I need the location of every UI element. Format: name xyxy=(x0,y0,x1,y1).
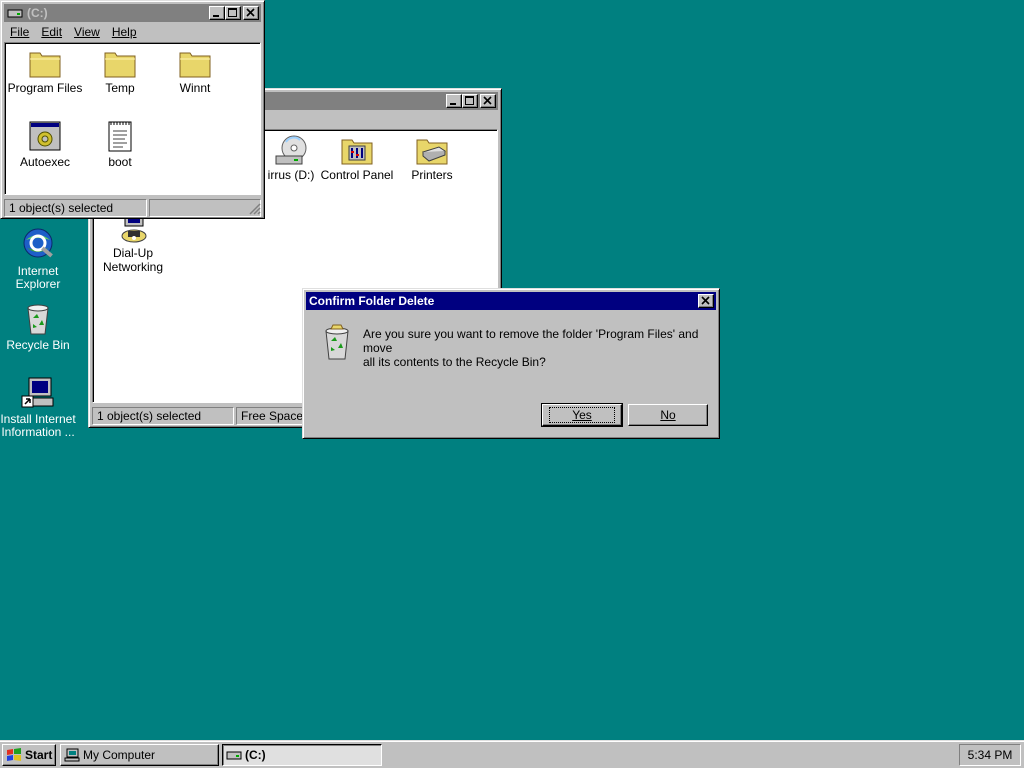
dialog-message-line: all its contents to the Recycle Bin? xyxy=(363,355,546,369)
close-button[interactable] xyxy=(698,294,714,308)
resize-grip-icon[interactable] xyxy=(249,203,261,215)
windows-logo-icon xyxy=(7,748,21,761)
control-panel-icon xyxy=(341,139,373,165)
folder-icon xyxy=(29,52,61,78)
batch-file-icon xyxy=(29,121,61,151)
confirm-folder-delete-dialog[interactable]: Confirm Folder Delete Are you sure you w… xyxy=(302,288,720,439)
temp-folder[interactable]: Temp xyxy=(82,47,158,95)
no-button[interactable]: No xyxy=(628,404,708,426)
menu-view[interactable]: View xyxy=(68,25,106,39)
cd-drive-icon xyxy=(275,135,307,165)
item-label: Temp xyxy=(105,81,135,95)
menu-edit[interactable]: Edit xyxy=(35,25,68,39)
text-file-icon xyxy=(108,121,132,152)
window-title: (C:) xyxy=(27,6,48,20)
desktop-icon-internet-explorer[interactable]: Internet Explorer xyxy=(0,226,76,291)
taskbar-item-label: My Computer xyxy=(83,748,156,762)
desktop-icon-label: Explorer xyxy=(15,277,61,291)
start-label: Start xyxy=(25,748,53,762)
winnt-folder[interactable]: Winnt xyxy=(157,47,233,95)
close-button[interactable] xyxy=(480,94,496,108)
item-label: Printers xyxy=(411,168,453,182)
printers-item[interactable]: Printers xyxy=(394,134,470,182)
drive-icon xyxy=(226,751,242,760)
system-tray: 5:34 PM xyxy=(959,744,1021,766)
autoexec-file[interactable]: Autoexec xyxy=(7,121,83,169)
minimize-icon xyxy=(213,15,219,17)
minimize-button[interactable] xyxy=(209,6,225,20)
no-button-label: No xyxy=(660,408,676,422)
yes-button-label: Yes xyxy=(549,407,615,423)
item-label: Program Files xyxy=(7,81,83,95)
status-selected: 1 object(s) selected xyxy=(92,407,234,425)
status-secondary xyxy=(149,199,261,217)
c-drive-titlebar[interactable]: (C:) xyxy=(4,4,261,22)
minimize-icon xyxy=(450,103,456,105)
c-drive-menubar: File Edit View Help xyxy=(4,23,143,41)
boot-file[interactable]: boot xyxy=(82,121,158,169)
close-icon xyxy=(246,8,255,17)
desktop-icon-recycle-bin[interactable]: Recycle Bin xyxy=(0,302,76,352)
internet-explorer-icon xyxy=(23,228,53,258)
maximize-icon xyxy=(228,8,237,17)
dialog-message-line: Are you sure you want to remove the fold… xyxy=(363,327,699,355)
taskbar: Start My Computer (C:) 5:34 PM xyxy=(0,740,1024,768)
desktop-icon-label: Recycle Bin xyxy=(6,338,70,352)
dialog-title: Confirm Folder Delete xyxy=(309,294,435,308)
c-drive-window[interactable]: (C:) File Edit View Help Program Files T… xyxy=(0,0,265,219)
dial-up-networking-item[interactable]: Dial-Up Networking xyxy=(95,212,171,274)
computer-setup-icon xyxy=(21,377,54,408)
close-icon xyxy=(483,96,492,105)
item-label: Winnt xyxy=(179,81,211,95)
printers-icon xyxy=(416,139,448,165)
clock[interactable]: 5:34 PM xyxy=(968,748,1013,762)
control-panel-item[interactable]: Control Panel xyxy=(319,134,395,182)
start-button[interactable]: Start xyxy=(2,744,56,766)
recycle-bin-icon xyxy=(27,304,49,335)
status-selected: 1 object(s) selected xyxy=(4,199,147,217)
desktop-icon-label: Information ... xyxy=(1,425,75,439)
program-files-folder[interactable]: Program Files xyxy=(7,47,83,95)
folder-icon xyxy=(104,52,136,78)
maximize-icon xyxy=(465,96,474,105)
drive-icon xyxy=(7,9,23,18)
minimize-button[interactable] xyxy=(446,94,462,108)
dialog-message: Are you sure you want to remove the fold… xyxy=(363,327,713,369)
dialog-titlebar[interactable]: Confirm Folder Delete xyxy=(306,292,716,310)
close-icon xyxy=(701,296,710,305)
taskbar-item-label: (C:) xyxy=(245,748,266,762)
menu-file[interactable]: File xyxy=(4,25,35,39)
taskbar-item-my-computer[interactable]: My Computer xyxy=(60,744,219,766)
recycle-bin-icon xyxy=(325,324,349,360)
maximize-button[interactable] xyxy=(225,6,241,20)
desktop-icon-install-internet-information[interactable]: Install Internet Information ... xyxy=(0,376,76,439)
item-label: Networking xyxy=(102,260,164,274)
c-drive-statusbar: 1 object(s) selected xyxy=(4,199,261,217)
yes-button[interactable]: Yes xyxy=(541,403,623,427)
item-label: Dial-Up xyxy=(112,246,153,260)
close-button[interactable] xyxy=(243,6,259,20)
my-computer-icon xyxy=(64,748,80,762)
maximize-button[interactable] xyxy=(462,94,478,108)
c-drive-content: Program Files Temp Winnt Autoexec boot xyxy=(4,42,261,195)
item-label: boot xyxy=(108,155,132,169)
taskbar-item-c-drive[interactable]: (C:) xyxy=(222,744,382,766)
item-label: Autoexec xyxy=(19,155,71,169)
item-label: Control Panel xyxy=(320,168,394,182)
menu-help[interactable]: Help xyxy=(106,25,143,39)
folder-icon xyxy=(179,52,211,78)
